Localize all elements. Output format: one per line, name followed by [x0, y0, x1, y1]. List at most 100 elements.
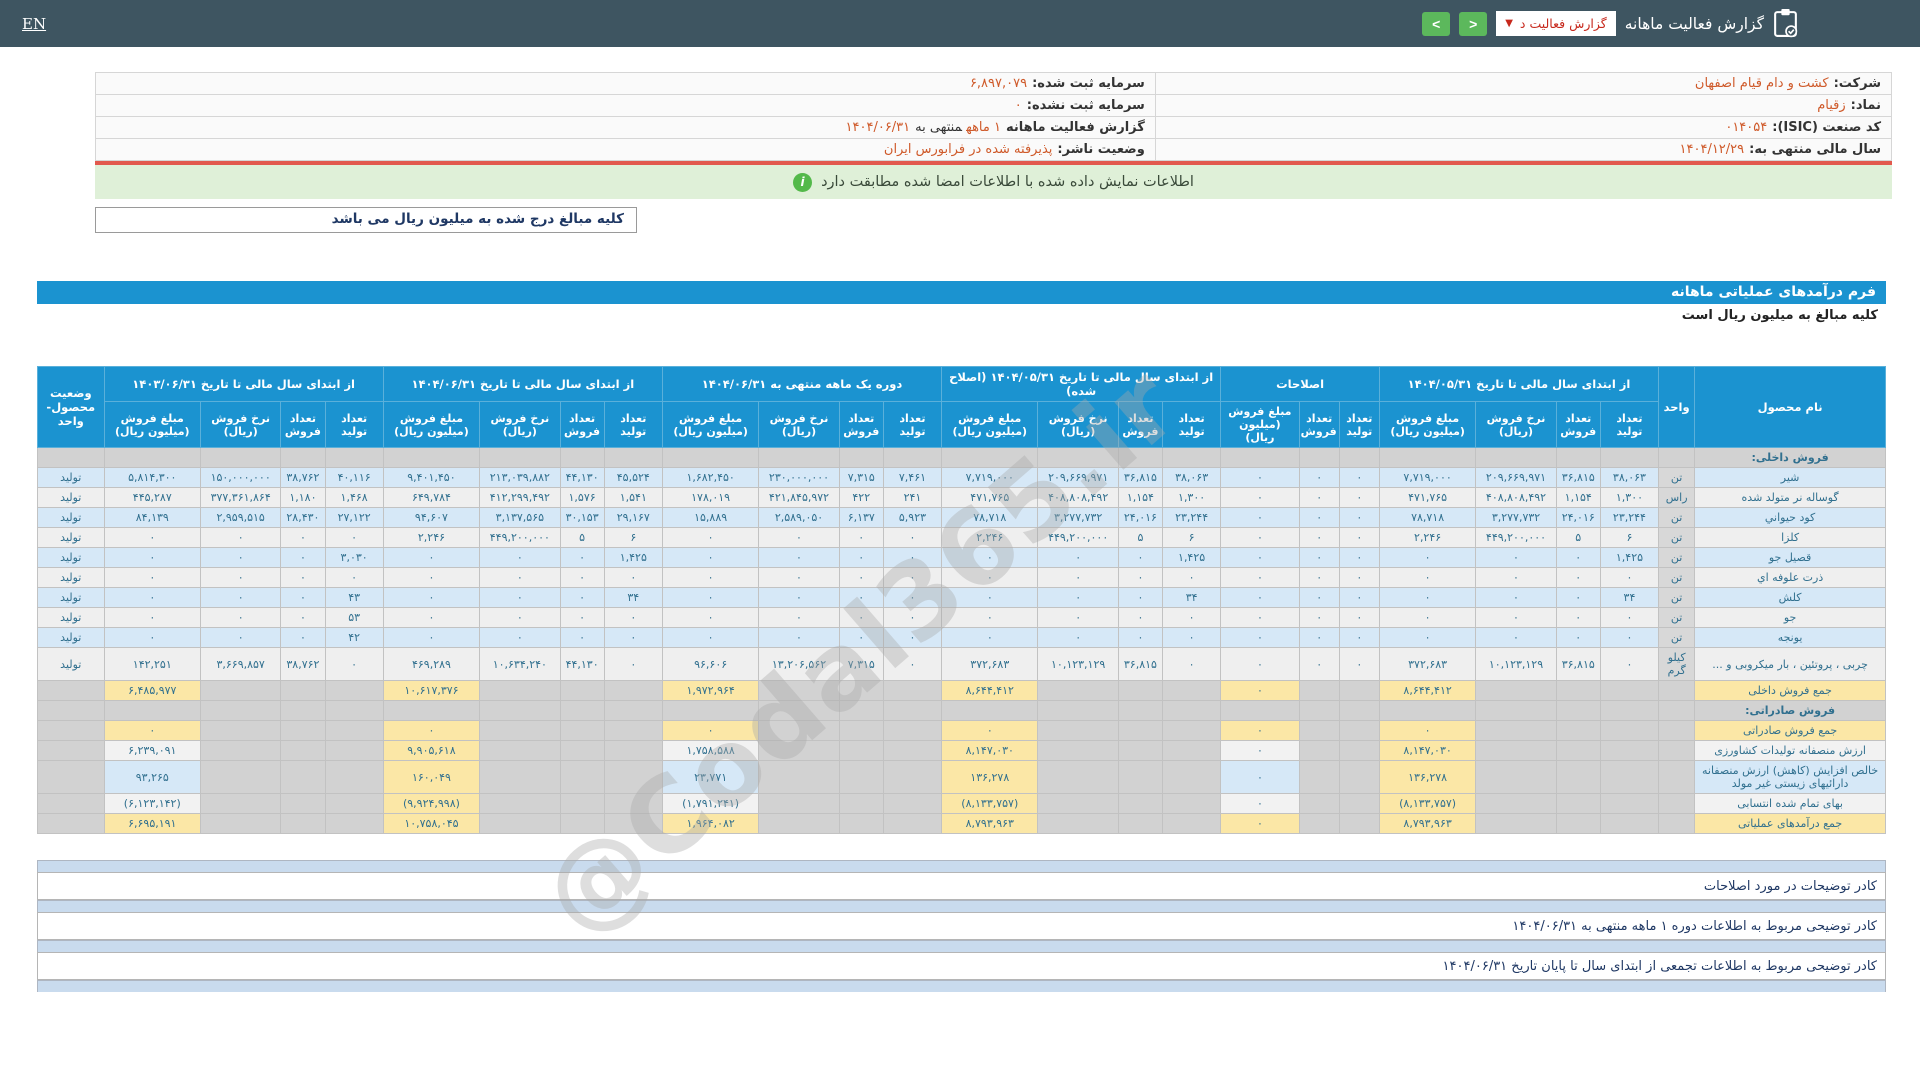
value-cell: ۰: [1338, 587, 1380, 608]
table-cell: [37, 680, 105, 701]
table-cell: [1338, 700, 1380, 721]
table-cell: [1475, 447, 1557, 468]
table-cell: [37, 740, 105, 761]
value-cell: ۳۴: [603, 587, 663, 608]
product-row: کود حیواني تن ۲۳,۲۴۴ ۲۴,۰۱۶ ۳,۲۷۷,۷۳۲ ۷۸,۷۱۸ ۰…: [37, 507, 1886, 528]
value-cell: ۰: [199, 607, 282, 628]
summary-amount: ۰: [941, 720, 1039, 741]
table-cell: [882, 740, 943, 761]
value-cell: ۴۶۹,۲۸۹: [382, 647, 481, 681]
value-cell: ۰: [1338, 647, 1380, 681]
subheader-amount: مبلغ فروش (میلیون ریال): [1220, 401, 1300, 448]
language-toggle-en[interactable]: EN: [22, 15, 46, 33]
table-cell: [199, 760, 282, 794]
table-cell: [1555, 447, 1601, 468]
summary-amount: ۰: [382, 720, 481, 741]
info-icon: i: [793, 172, 813, 192]
info-value: زقیام: [1817, 98, 1846, 113]
value-cell: ۶,۱۳۷: [838, 507, 884, 528]
table-cell: [838, 793, 884, 814]
comment-box-strip: [37, 940, 1886, 952]
info-label: نماد:: [1850, 98, 1881, 113]
value-cell: ۰: [1599, 627, 1660, 648]
value-cell: ۰: [758, 567, 840, 588]
value-cell: ۱۰,۱۲۳,۱۲۹: [1037, 647, 1119, 681]
info-value: ۱۴۰۴/۱۲/۲۹: [1679, 142, 1745, 157]
value-cell: ۰: [1298, 587, 1340, 608]
value-cell: ۰: [324, 567, 384, 588]
product-row: جو تن ۰ ۰ ۰ ۰ ۰ ۰ ۰ ۰ ۰ ۰ ۰ ۰ ۰ ۰ ۰ ۰ ۰ ۰ ۰ ۵۳ ۰ ۰ ۰ تولید: [37, 607, 1886, 628]
value-cell: ۰: [479, 587, 561, 608]
page-title: گزارش فعالیت ماهانه: [1624, 14, 1764, 33]
value-cell: ۴۴۹,۲۰۰,۰۰۰: [479, 527, 561, 548]
table-cell: [882, 720, 943, 741]
product-name: شیر: [1694, 467, 1886, 488]
table-cell: [758, 700, 840, 721]
product-unit: تن: [1658, 467, 1696, 488]
info-value: ۱ ماهه: [966, 120, 1001, 135]
table-cell: [559, 740, 605, 761]
value-cell: ۲۴,۰۱۶: [1555, 507, 1601, 528]
table-cell: [882, 793, 943, 814]
value-cell: ۰: [838, 627, 884, 648]
table-cell: [280, 740, 326, 761]
value-cell: ۰: [479, 607, 561, 628]
product-unit: راس: [1658, 487, 1696, 508]
table-cell: [103, 700, 202, 721]
info-value: ۶,۸۹۷,۰۷۹: [969, 76, 1028, 91]
table-cell: [1298, 740, 1340, 761]
value-cell: ۲۸,۴۳۰: [280, 507, 326, 528]
value-cell: ۰: [1117, 567, 1163, 588]
value-cell: ۱۷۸,۰۱۹: [661, 487, 760, 508]
value-cell: ۰: [280, 567, 326, 588]
table-cell: [1037, 760, 1119, 794]
value-cell: ۰: [1555, 567, 1601, 588]
summary-amount: ۹,۹۰۵,۶۱۸: [382, 740, 481, 761]
table-cell: [758, 793, 840, 814]
info-row: کد صنعت (ISIC): ۰۱۴۰۵۴ گزارش فعالیت ماهانه…: [95, 116, 1893, 139]
report-type-dropdown[interactable]: گزارش فعالیت د ▼: [1496, 11, 1616, 36]
value-cell: ۰: [103, 547, 202, 568]
table-cell: [1161, 680, 1222, 701]
table-cell: [199, 740, 282, 761]
summary-amount: ۰: [1220, 760, 1300, 794]
value-cell: ۴۲۱,۸۴۵,۹۷۲: [758, 487, 840, 508]
summary-amount: ۱۰,۶۱۷,۳۷۶: [382, 680, 481, 701]
table-cell: [37, 760, 105, 794]
table-cell: [603, 760, 663, 794]
table-cell: [1475, 680, 1557, 701]
nav-next-button[interactable]: >: [1459, 11, 1488, 36]
table-cell: [882, 760, 943, 794]
summary-label: جمع فروش صادراتی: [1694, 720, 1886, 741]
value-cell: ۰: [1298, 547, 1340, 568]
summary-amount: ۱,۷۵۸,۵۸۸: [661, 740, 760, 761]
section-row: فروش داخلی:: [37, 447, 1886, 468]
nav-prev-button[interactable]: <: [1422, 11, 1451, 36]
product-row: قصیل جو تن ۱,۴۲۵ ۰ ۰ ۰ ۰ ۰ ۰ ۱,۴۲۵ ۰ ۰ ۰ ۰ ۰ ۰ ۰ ۱,۴۲۵ ۰ ۰ ۰…: [37, 547, 1886, 568]
table-cell: [559, 793, 605, 814]
product-unit: تن: [1658, 627, 1696, 648]
table-cell: [479, 680, 561, 701]
table-cell: [1298, 760, 1340, 794]
value-cell: ۳,۰۳۰: [324, 547, 384, 568]
table-cell: [280, 760, 326, 794]
value-cell: ۰: [838, 547, 884, 568]
value-cell: ۶: [603, 527, 663, 548]
summary-amount: ۰: [1220, 793, 1300, 814]
subheader-qty-sold: تعداد فروش: [559, 401, 605, 448]
table-cell: [199, 813, 282, 834]
form-subtitle: کلیه مبالغ به میلیون ریال است: [37, 304, 1886, 328]
table-cell: [1117, 680, 1163, 701]
value-cell: ۰: [1338, 527, 1380, 548]
value-cell: ۰: [559, 627, 605, 648]
table-cell: [603, 680, 663, 701]
value-cell: ۰: [882, 567, 943, 588]
value-cell: ۰: [382, 587, 481, 608]
value-cell: ۵: [1117, 527, 1163, 548]
value-cell: ۹۶,۶۰۶: [661, 647, 760, 681]
value-cell: ۰: [1378, 567, 1477, 588]
table-cell: [1298, 447, 1340, 468]
value-cell: ۰: [324, 647, 384, 681]
value-cell: ۰: [280, 627, 326, 648]
table-cell: [1298, 700, 1340, 721]
